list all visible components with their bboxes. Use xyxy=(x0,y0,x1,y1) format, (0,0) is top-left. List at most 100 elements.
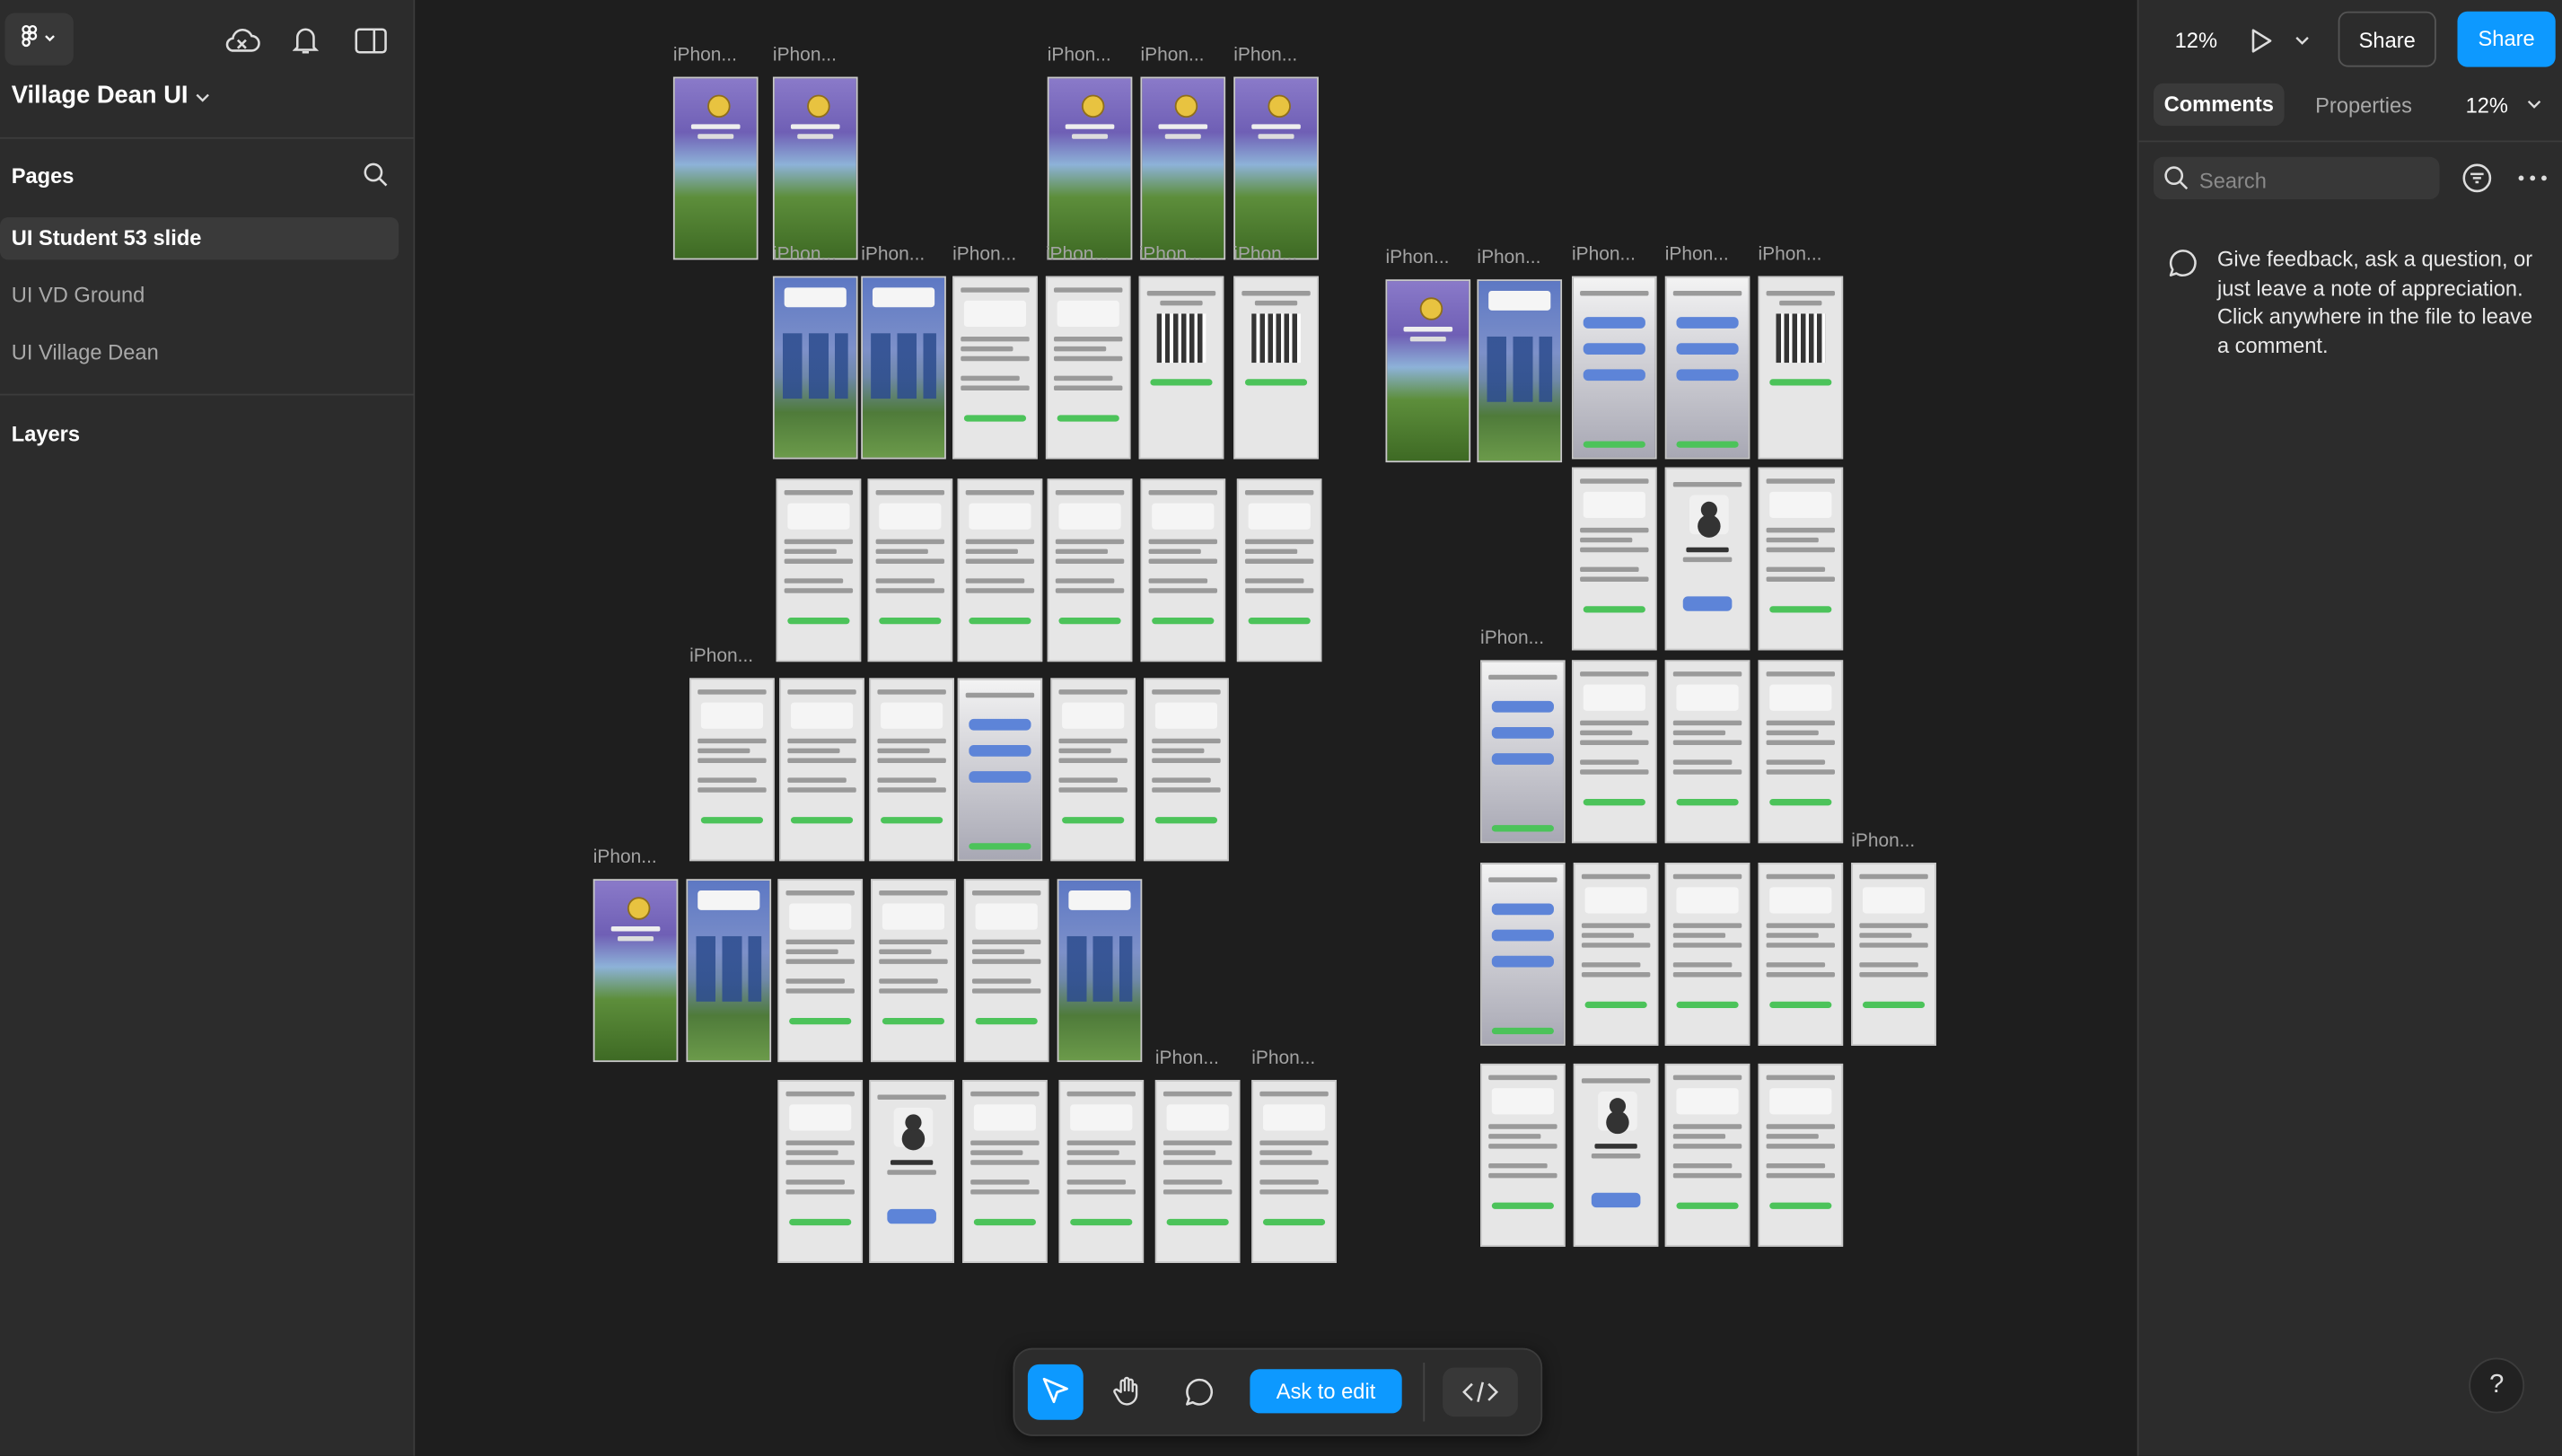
iphone-frame-31[interactable] xyxy=(1144,678,1229,862)
iphone-frame-52[interactable] xyxy=(1251,1080,1337,1263)
frame-label[interactable]: iPhon... xyxy=(773,245,837,265)
frame-label[interactable]: iPhon... xyxy=(1048,46,1111,66)
iphone-frame-8[interactable] xyxy=(952,276,1038,460)
iphone-frame-14[interactable] xyxy=(1571,276,1657,460)
zoom-dropdown[interactable]: 12% xyxy=(2466,93,2508,118)
frame-label[interactable]: iPhon... xyxy=(861,245,925,265)
iphone-frame-29[interactable] xyxy=(957,678,1043,862)
iphone-frame-50[interactable] xyxy=(1058,1080,1145,1263)
iphone-frame-23[interactable] xyxy=(1571,467,1657,651)
iphone-frame-11[interactable] xyxy=(1233,276,1319,460)
page-item-ui-village-dean[interactable]: UI Village Dean xyxy=(0,331,399,373)
project-title[interactable]: Village Dean UI xyxy=(12,82,189,110)
iphone-frame-36[interactable] xyxy=(592,879,679,1063)
iphone-frame-49[interactable] xyxy=(962,1080,1048,1263)
iphone-frame-17[interactable] xyxy=(776,478,862,662)
iphone-frame-25[interactable] xyxy=(1758,467,1844,651)
iphone-frame-55[interactable] xyxy=(1664,1063,1750,1247)
zoom-level[interactable]: 12% xyxy=(2175,28,2217,52)
iphone-frame-10[interactable] xyxy=(1138,276,1224,460)
frame-label[interactable]: iPhon... xyxy=(1477,249,1540,268)
iphone-frame-28[interactable] xyxy=(869,678,954,862)
iphone-frame-45[interactable] xyxy=(1758,863,1844,1046)
project-menu-chevron-icon[interactable] xyxy=(195,92,211,105)
help-button[interactable]: ? xyxy=(2469,1357,2525,1414)
move-tool-button[interactable] xyxy=(1027,1364,1084,1420)
frame-label[interactable]: iPhon... xyxy=(1572,245,1636,265)
more-options-icon[interactable] xyxy=(2514,160,2550,196)
iphone-frame-9[interactable] xyxy=(1045,276,1131,460)
comment-tool-button[interactable] xyxy=(1171,1364,1227,1420)
iphone-frame-48[interactable] xyxy=(869,1080,954,1263)
present-play-icon[interactable] xyxy=(2243,22,2279,58)
frame-label[interactable]: iPhon... xyxy=(1665,245,1729,265)
frame-label[interactable]: iPhon... xyxy=(673,46,737,66)
toggle-sidebar-icon[interactable] xyxy=(351,22,390,58)
iphone-frame-41[interactable] xyxy=(1057,879,1143,1063)
tab-comments[interactable]: Comments xyxy=(2153,83,2285,127)
iphone-frame-26[interactable] xyxy=(689,678,775,862)
iphone-frame-56[interactable] xyxy=(1758,1063,1844,1247)
iphone-frame-1[interactable] xyxy=(672,76,759,260)
iphone-frame-30[interactable] xyxy=(1050,678,1136,862)
notifications-bell-icon[interactable] xyxy=(287,22,323,58)
ask-to-edit-button[interactable]: Ask to edit xyxy=(1250,1369,1402,1414)
iphone-frame-6[interactable] xyxy=(772,276,858,460)
iphone-frame-20[interactable] xyxy=(1047,478,1133,662)
frame-label[interactable]: iPhon... xyxy=(1046,245,1110,265)
iphone-frame-12[interactable] xyxy=(1385,279,1471,463)
iphone-frame-38[interactable] xyxy=(777,879,864,1063)
iphone-frame-18[interactable] xyxy=(867,478,953,662)
share-button[interactable]: Share xyxy=(2338,11,2436,67)
iphone-frame-46[interactable] xyxy=(1851,863,1936,1046)
iphone-frame-43[interactable] xyxy=(1573,863,1659,1046)
iphone-frame-16[interactable] xyxy=(1758,276,1844,460)
iphone-frame-5[interactable] xyxy=(1233,76,1319,260)
iphone-frame-37[interactable] xyxy=(686,879,772,1063)
iphone-frame-51[interactable] xyxy=(1154,1080,1241,1263)
iphone-frame-15[interactable] xyxy=(1664,276,1750,460)
zoom-chevron-icon[interactable] xyxy=(2526,98,2542,111)
frame-label[interactable]: iPhon... xyxy=(1233,245,1297,265)
iphone-frame-4[interactable] xyxy=(1140,76,1226,260)
frame-label[interactable]: iPhon... xyxy=(1385,249,1449,268)
iphone-frame-2[interactable] xyxy=(772,76,858,260)
iphone-frame-44[interactable] xyxy=(1664,863,1750,1046)
iphone-frame-47[interactable] xyxy=(777,1080,864,1263)
iphone-frame-42[interactable] xyxy=(1480,863,1566,1046)
comments-search[interactable] xyxy=(2153,156,2440,203)
page-item-ui-vd-ground[interactable]: UI VD Ground xyxy=(0,275,399,317)
present-options-chevron-icon[interactable] xyxy=(2294,34,2310,48)
iphone-frame-21[interactable] xyxy=(1140,478,1226,662)
iphone-frame-39[interactable] xyxy=(871,879,956,1063)
frame-label[interactable]: iPhon... xyxy=(593,848,657,868)
iphone-frame-19[interactable] xyxy=(957,478,1043,662)
frame-label[interactable]: iPhon... xyxy=(1139,245,1203,265)
share-primary-button[interactable]: Share xyxy=(2457,11,2556,67)
iphone-frame-22[interactable] xyxy=(1236,478,1322,662)
page-item-ui-student-53-slide[interactable]: UI Student 53 slide xyxy=(0,217,399,260)
iphone-frame-13[interactable] xyxy=(1477,279,1563,463)
search-input[interactable] xyxy=(2196,156,2432,203)
frame-label[interactable]: iPhon... xyxy=(1251,1049,1315,1069)
dev-mode-button[interactable] xyxy=(1443,1367,1518,1417)
cloud-offline-icon[interactable] xyxy=(221,22,263,58)
hand-tool-button[interactable] xyxy=(1100,1364,1155,1420)
iphone-frame-3[interactable] xyxy=(1047,76,1133,260)
main-menu-button[interactable] xyxy=(4,13,74,66)
iphone-frame-40[interactable] xyxy=(963,879,1049,1063)
design-canvas[interactable]: iPhon... iPhon... iPhon... iPhon... iPhon...… xyxy=(415,0,2136,1456)
iphone-frame-54[interactable] xyxy=(1573,1063,1659,1247)
frame-label[interactable]: iPhon... xyxy=(1480,629,1544,649)
iphone-frame-7[interactable] xyxy=(861,276,946,460)
iphone-frame-53[interactable] xyxy=(1480,1063,1566,1247)
frame-label[interactable]: iPhon... xyxy=(1851,831,1915,851)
frame-label[interactable]: iPhon... xyxy=(1233,46,1297,66)
filter-comments-icon[interactable] xyxy=(2459,160,2495,196)
frame-label[interactable]: iPhon... xyxy=(689,647,753,667)
tab-properties[interactable]: Properties xyxy=(2315,93,2412,118)
frame-label[interactable]: iPhon... xyxy=(1758,245,1821,265)
iphone-frame-32[interactable] xyxy=(1480,660,1566,844)
iphone-frame-33[interactable] xyxy=(1571,660,1657,844)
iphone-frame-24[interactable] xyxy=(1664,467,1750,651)
